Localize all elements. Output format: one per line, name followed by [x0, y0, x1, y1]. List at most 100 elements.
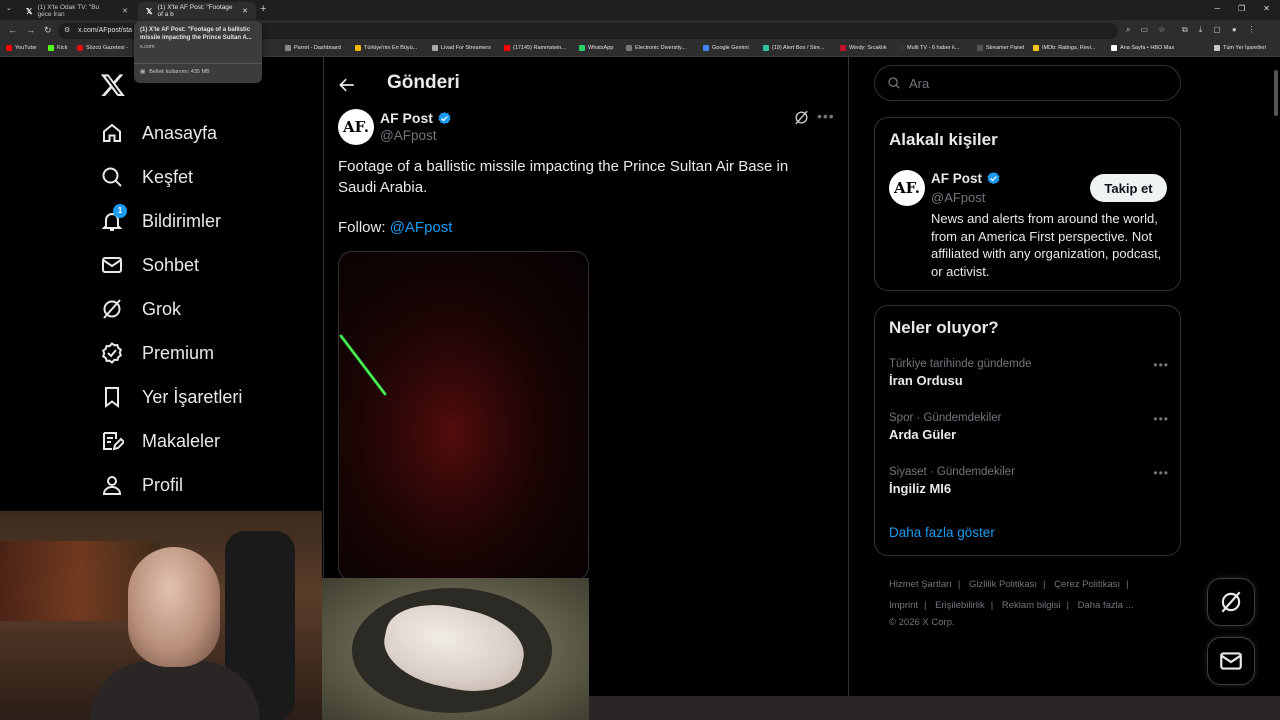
bell-icon: 1	[100, 204, 127, 233]
bookmark-item[interactable]: Streamer Panel	[977, 45, 1024, 51]
bookmark-label: Parrot - Dashboard	[294, 45, 341, 51]
nav-item-notifications[interactable]: 1 Bildirimler	[100, 204, 221, 233]
close-icon[interactable]: ✕	[122, 7, 128, 15]
related-avatar[interactable]: AF.	[889, 170, 925, 206]
nav-label: Keşfet	[142, 166, 194, 187]
bookmark-label: IMDb: Ratings, Revi...	[1042, 45, 1096, 51]
bookmark-favicon-icon	[1111, 45, 1117, 51]
post-author-avatar[interactable]: AF.	[338, 109, 374, 145]
trend-item[interactable]: Spor · Gündemdekiler Arda Güler •••	[889, 412, 1169, 442]
footer-link[interactable]: Çerez Politikası	[1054, 579, 1120, 590]
footer-link[interactable]: Hizmet Şartları	[889, 579, 952, 590]
back-arrow-icon[interactable]	[337, 75, 357, 95]
bookmark-icon	[100, 385, 124, 409]
tab-search-icon[interactable]: ⌄	[6, 4, 12, 12]
browser-actions: ⧉ ⤓ ▢ ● ⋮	[1182, 25, 1256, 35]
sidebar-toggle-icon[interactable]: ▢	[1213, 25, 1221, 35]
nav-item-grok[interactable]: Grok	[100, 297, 181, 321]
bookmark-item[interactable]: (19) Alert Box / Stre...	[763, 45, 825, 51]
mail-icon	[1218, 648, 1244, 674]
bookmark-item[interactable]: Kick	[48, 45, 67, 51]
footer-link[interactable]: Daha fazla ...	[1078, 600, 1134, 611]
search-input[interactable]	[909, 75, 1159, 91]
download-icon[interactable]: ⤓	[1199, 25, 1203, 35]
bookmark-favicon-icon	[432, 45, 438, 51]
follow-button[interactable]: Takip et	[1090, 174, 1167, 202]
cast-icon[interactable]: ▭	[1140, 25, 1148, 35]
bookmark-item[interactable]: IMDb: Ratings, Revi...	[1033, 45, 1096, 51]
related-bio: News and alerts from around the world, f…	[931, 211, 1162, 279]
messages-fab-button[interactable]	[1207, 637, 1255, 685]
footer-link[interactable]: Reklam bilgisi	[1002, 600, 1061, 611]
more-options-icon[interactable]: •••	[817, 108, 835, 124]
trends-card: Neler oluyor? Türkiye tarihinde gündemde…	[874, 305, 1181, 556]
related-people-card: Alakalı kişiler AF. AF Post @AFpost Taki…	[874, 117, 1181, 291]
bookmark-item[interactable]: Multi TV - 6 haber k...	[898, 45, 959, 51]
more-options-icon[interactable]: •••	[1153, 412, 1169, 426]
x-logo-icon[interactable]	[100, 72, 126, 98]
more-options-icon[interactable]: •••	[1153, 466, 1169, 480]
nav-item-bookmarks[interactable]: Yer İşaretleri	[100, 385, 242, 409]
bookmark-item[interactable]: Electronic Diversity...	[626, 45, 686, 51]
trend-item[interactable]: Türkiye tarihinde gündemde İran Ordusu •…	[889, 358, 1169, 388]
profile-avatar-icon[interactable]: ●	[1232, 25, 1237, 35]
nav-item-profile[interactable]: Profil	[100, 473, 183, 497]
menu-icon[interactable]: ⋮	[1248, 25, 1256, 35]
scrollbar-thumb[interactable]	[1274, 70, 1278, 116]
bookmark-favicon-icon	[48, 45, 54, 51]
related-handle[interactable]: @AFpost	[931, 190, 985, 205]
search-box[interactable]	[874, 65, 1181, 101]
bookmark-item[interactable]: Tüm Yer İşaretleri	[1214, 45, 1266, 51]
search-icon	[887, 76, 901, 90]
show-more-link[interactable]: Daha fazla göster	[889, 525, 995, 540]
bookmark-favicon-icon	[977, 45, 983, 51]
grok-fab-button[interactable]	[1207, 578, 1255, 626]
bookmark-item[interactable]: (17145) Rammstein...	[504, 45, 566, 51]
window-close-icon[interactable]: ✕	[1263, 4, 1270, 13]
bookmark-item[interactable]: Livad For Streamers	[432, 45, 491, 51]
browser-tab[interactable]: 𝕏 (1) X'te Odak TV: "Bu gece İran ✕	[18, 2, 136, 20]
close-icon[interactable]: ✕	[242, 7, 248, 15]
bookmark-item[interactable]: Ana Sayfa • HBO Max	[1111, 45, 1174, 51]
nav-item-articles[interactable]: Makaleler	[100, 429, 220, 453]
nav-item-home[interactable]: Anasayfa	[100, 121, 217, 145]
x-favicon-icon: 𝕏	[146, 6, 153, 16]
zoom-icon[interactable]: ⌕	[1126, 25, 1130, 35]
new-tab-button[interactable]: +	[260, 3, 266, 15]
post-author-name[interactable]: AF Post	[380, 110, 452, 126]
minimize-icon[interactable]: ─	[1214, 4, 1220, 13]
bookmark-item[interactable]: Windy: Sıcaklık	[840, 45, 887, 51]
more-options-icon[interactable]: •••	[1153, 358, 1169, 372]
bookmark-item[interactable]: Sözcü Gazetesi -	[77, 45, 128, 51]
bookmark-item[interactable]: Google Gemini	[703, 45, 749, 51]
bookmark-label: Livad For Streamers	[441, 45, 491, 51]
mention-link[interactable]: @AFpost	[390, 219, 453, 236]
footer-link[interactable]: Imprint	[889, 600, 918, 611]
bookmark-item[interactable]: Türkiye'nin En Büyü...	[355, 45, 417, 51]
page-scrollbar[interactable]	[1272, 57, 1280, 720]
bookmark-item[interactable]: Parrot - Dashboard	[285, 45, 341, 51]
footer-link[interactable]: Gizlilik Politikası	[969, 579, 1037, 590]
bookmark-favicon-icon	[504, 45, 510, 51]
forward-nav-icon[interactable]: →	[26, 25, 35, 35]
bookmark-item[interactable]: WhatsApp	[579, 45, 613, 51]
bookmark-item[interactable]: YouTube	[6, 45, 37, 51]
grok-explain-icon[interactable]	[793, 109, 810, 126]
related-name[interactable]: AF Post	[931, 171, 1001, 186]
back-nav-icon[interactable]: ←	[8, 25, 17, 35]
trend-item[interactable]: Siyaset · Gündemdekiler İngiliz MI6 •••	[889, 466, 1169, 496]
nav-item-premium[interactable]: Premium	[100, 341, 214, 365]
footer-link[interactable]: Erişilebilirlik	[935, 600, 985, 611]
post-author-handle[interactable]: @AFpost	[380, 128, 436, 143]
nav-item-messages[interactable]: Sohbet	[100, 253, 199, 277]
maximize-icon[interactable]: ❐	[1238, 4, 1245, 13]
grok-icon	[100, 297, 124, 321]
post-video[interactable]	[338, 251, 589, 581]
nav-item-explore[interactable]: Keşfet	[100, 165, 193, 189]
browser-tab-active[interactable]: 𝕏 (1) X'te AF Post: "Footage of a b ✕	[138, 2, 256, 20]
extensions-icon[interactable]: ⧉	[1182, 25, 1188, 35]
url-text[interactable]: x.com/AFpost/sta	[78, 27, 132, 34]
reload-icon[interactable]: ↻	[44, 25, 52, 36]
star-icon[interactable]: ☆	[1158, 25, 1165, 35]
site-info-icon[interactable]: ⚙	[64, 26, 70, 34]
